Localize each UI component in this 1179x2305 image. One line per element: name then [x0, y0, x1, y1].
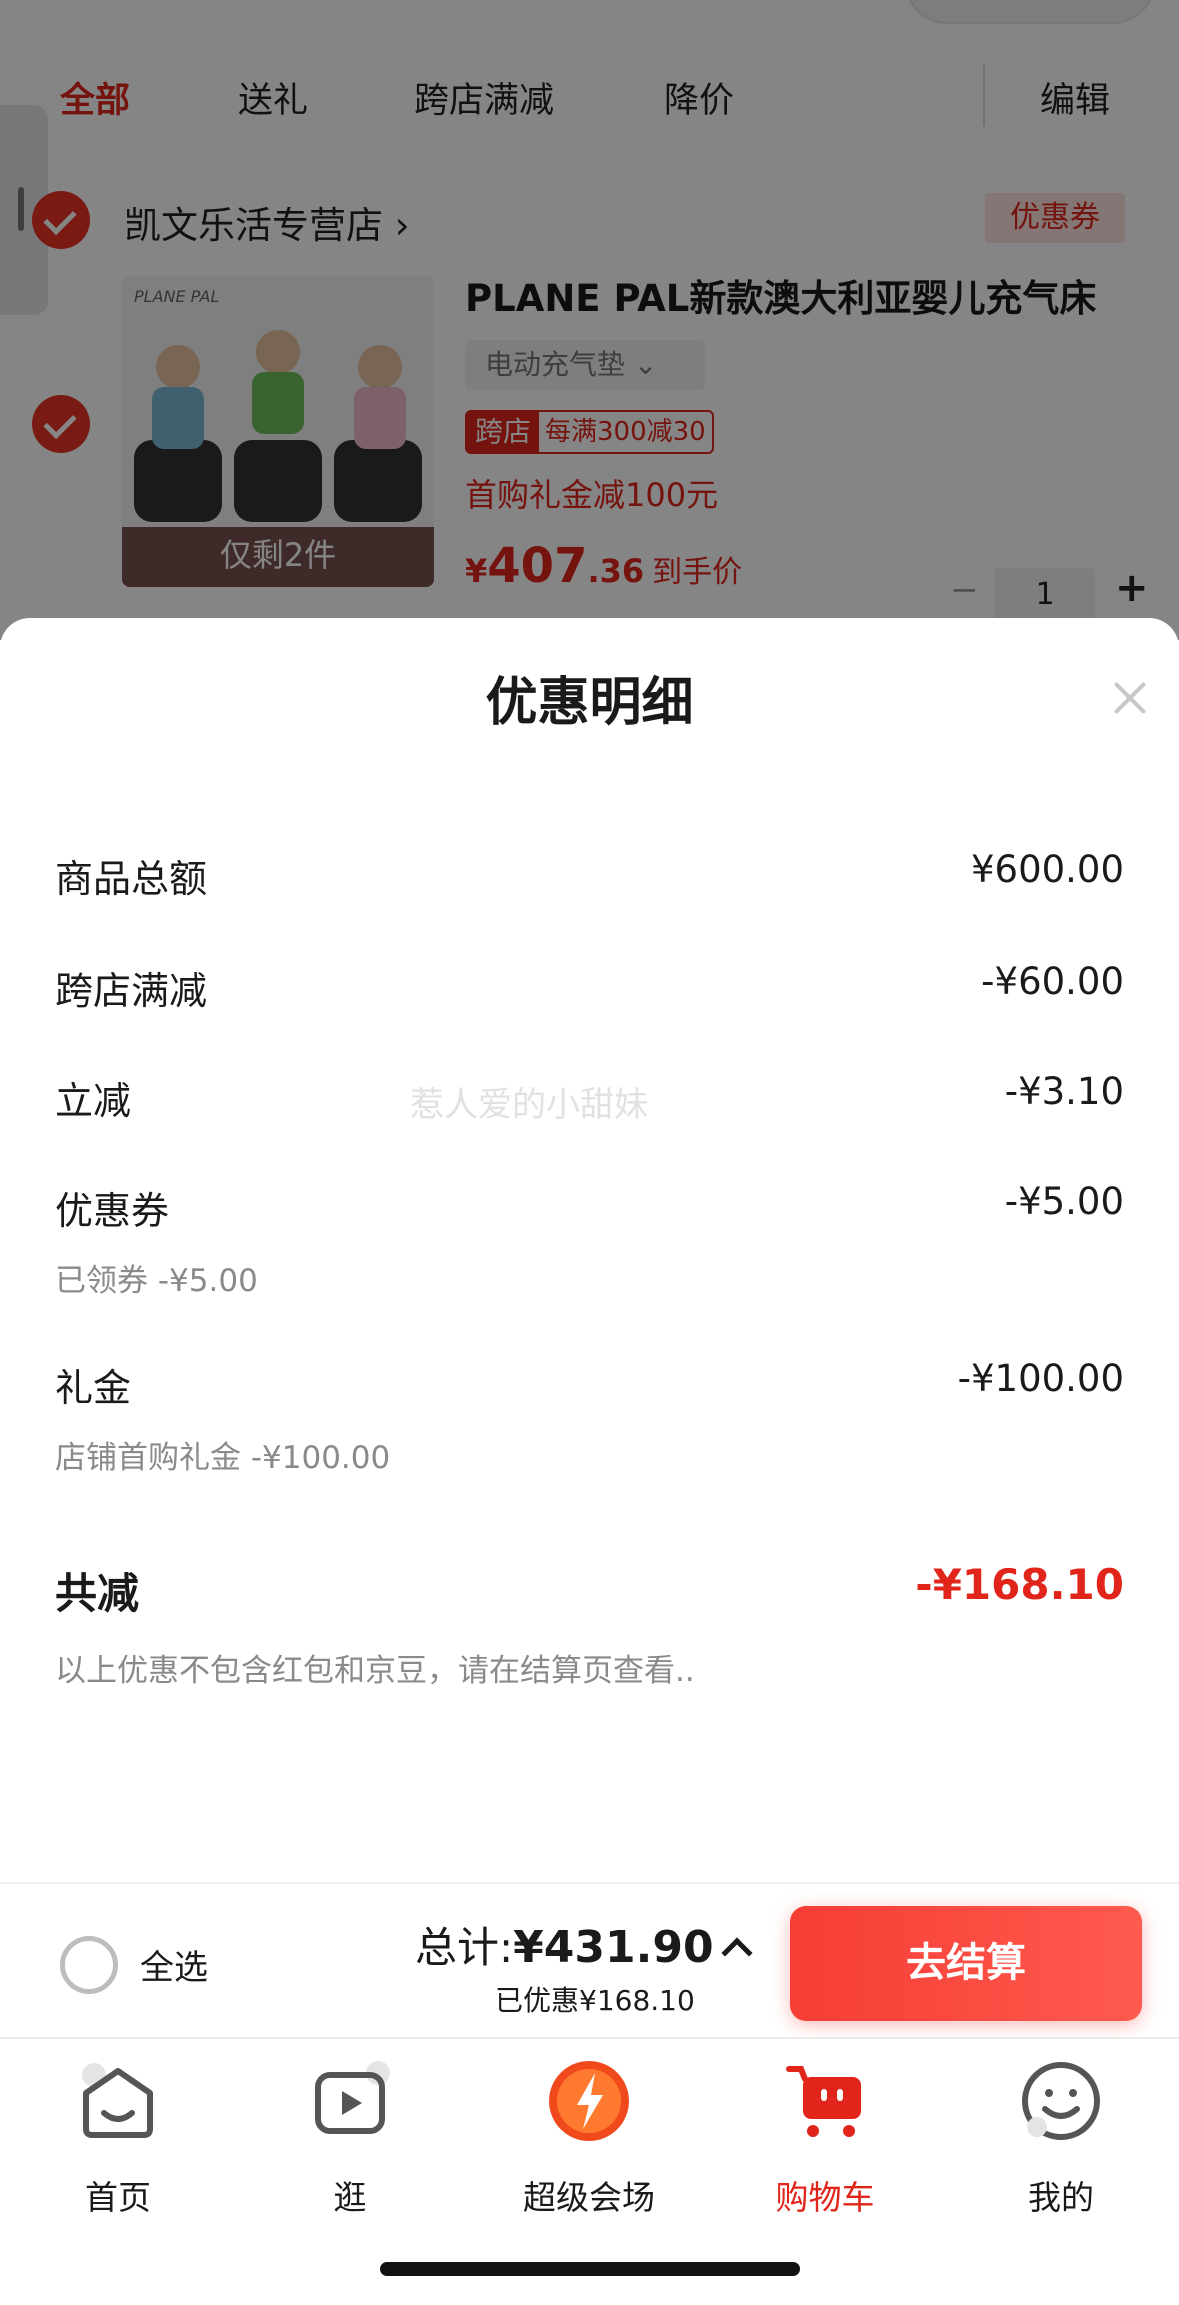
- chevron-up-icon[interactable]: [721, 1937, 753, 1969]
- row-sub-coupon: 已领券 -¥5.00: [55, 1263, 258, 1299]
- video-play-icon: [315, 2061, 390, 2134]
- modal-overlay[interactable]: [0, 0, 1179, 640]
- nav-label-browse: 逛: [333, 2178, 367, 2217]
- saved-amount: 已优惠¥168.10: [495, 1984, 695, 2017]
- nav-item-super-venue[interactable]: 超级会场: [509, 2059, 669, 2219]
- select-all-label[interactable]: 全选: [140, 1940, 208, 1989]
- nav-label-home: 首页: [85, 2178, 151, 2217]
- total-discount-value: -¥168.10: [915, 1560, 1124, 1609]
- nav-label-cart: 购物车: [775, 2178, 875, 2217]
- row-value-coupon: -¥5.00: [1004, 1180, 1124, 1223]
- checkout-bar: 全选 总计:¥431.90 已优惠¥168.10 去结算: [0, 1882, 1179, 2037]
- row-value-gift-money: -¥100.00: [957, 1357, 1124, 1400]
- home-icon: [82, 2063, 153, 2138]
- select-all-checkbox[interactable]: [60, 1936, 118, 1994]
- nav-label-super-venue: 超级会场: [523, 2178, 655, 2217]
- total-discount-label: 共减: [55, 1569, 140, 1618]
- smiley-profile-icon: [1022, 2062, 1100, 2140]
- row-value-goods-total: ¥600.00: [970, 848, 1124, 891]
- row-value-instant-discount: -¥3.10: [1004, 1070, 1124, 1113]
- sheet-title: 优惠明细: [485, 673, 694, 733]
- home-indicator[interactable]: [380, 2262, 800, 2276]
- row-label-instant-discount: 立减: [55, 1079, 132, 1123]
- row-label-cross-store: 跨店满减: [55, 969, 208, 1013]
- row-label-coupon: 优惠券: [55, 1189, 170, 1233]
- row-label-goods-total: 商品总额: [55, 857, 208, 901]
- row-label-gift-money: 礼金: [55, 1366, 132, 1410]
- row-sub-gift-money: 店铺首购礼金 -¥100.00: [55, 1440, 391, 1476]
- close-icon[interactable]: [1112, 680, 1148, 716]
- nav-label-profile: 我的: [1028, 2178, 1094, 2217]
- super-venue-icon: [549, 2061, 629, 2141]
- nav-item-browse[interactable]: 逛: [270, 2059, 430, 2219]
- checkout-button[interactable]: 去结算: [790, 1906, 1142, 2021]
- total-price: 总计:¥431.90: [415, 1922, 714, 1973]
- row-value-cross-store: -¥60.00: [981, 960, 1124, 1003]
- discount-note: 以上优惠不包含红包和京豆，请在结算页查看..: [55, 1653, 695, 1689]
- cart-icon: [786, 2066, 861, 2137]
- nav-item-home[interactable]: 首页: [38, 2059, 198, 2219]
- watermark-text: 惹人爱的小甜妹: [410, 1085, 648, 1125]
- nav-item-cart[interactable]: 购物车: [745, 2059, 905, 2219]
- nav-item-profile[interactable]: 我的: [981, 2059, 1141, 2219]
